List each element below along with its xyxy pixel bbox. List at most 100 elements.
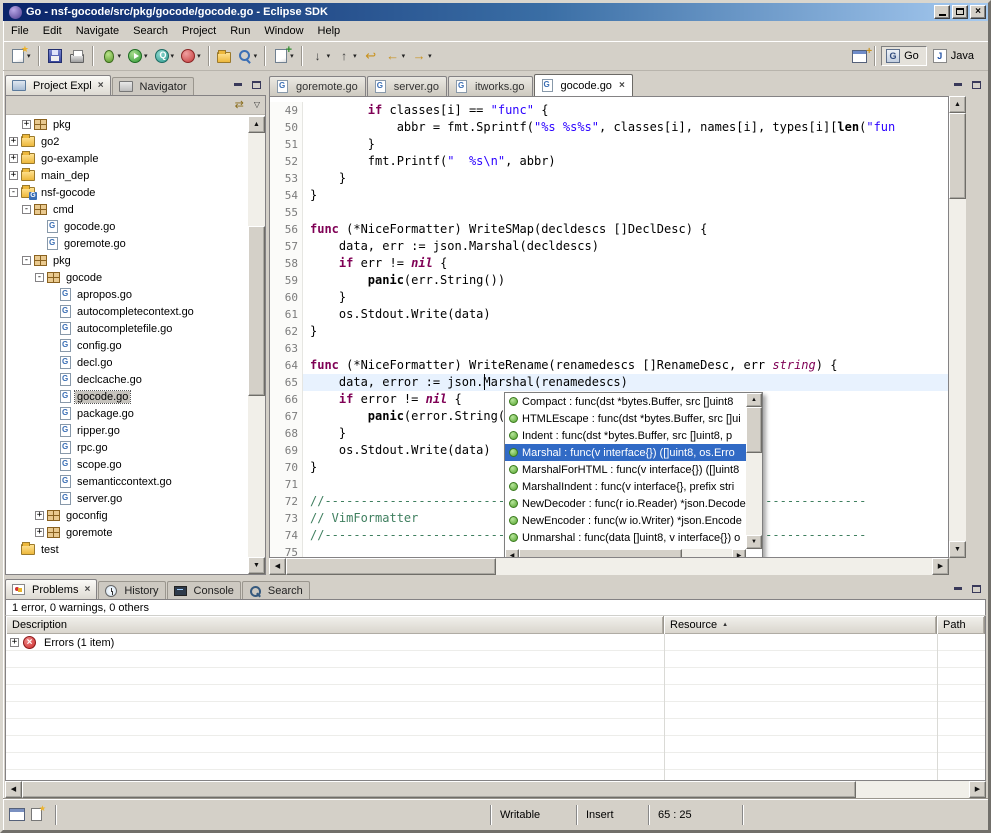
- editor-tab-server.go[interactable]: server.go: [367, 76, 447, 96]
- tree-item-semanticcontext.go[interactable]: semanticcontext.go: [6, 473, 248, 490]
- autocomplete-item[interactable]: NewEncoder : func(w io.Writer) *json.Enc…: [505, 512, 746, 529]
- tree-toggle-icon[interactable]: +: [35, 511, 44, 520]
- toolbar-debug-button[interactable]: ▾: [99, 44, 124, 68]
- tree-item-declcache.go[interactable]: declcache.go: [6, 371, 248, 388]
- tree-item-go-example[interactable]: +go-example: [6, 150, 248, 167]
- toolbar-new-wizard-button[interactable]: ▾: [8, 44, 33, 68]
- tree-item-decl.go[interactable]: decl.go: [6, 354, 248, 371]
- tree-item-autocompletecontext.go[interactable]: autocompletecontext.go: [6, 303, 248, 320]
- menu-file[interactable]: File: [4, 22, 36, 40]
- expand-icon[interactable]: +: [10, 638, 19, 647]
- scroll-down-icon[interactable]: ▼: [248, 557, 265, 574]
- scroll-left-icon[interactable]: ◀: [269, 558, 286, 575]
- view-tab-problems[interactable]: Problems×: [5, 579, 97, 599]
- tree-toggle-icon[interactable]: -: [35, 273, 44, 282]
- scroll-left-icon[interactable]: ◀: [505, 549, 519, 558]
- maximize-editor-button[interactable]: [968, 77, 985, 92]
- menu-search[interactable]: Search: [126, 22, 175, 40]
- code-line-62[interactable]: 62}: [270, 323, 948, 340]
- close-icon[interactable]: ×: [98, 81, 104, 90]
- editor-tab-goremote.go[interactable]: goremote.go: [269, 76, 366, 96]
- autocomplete-vertical-scrollbar[interactable]: ▲ ▼: [746, 393, 762, 549]
- scrollbar-thumb[interactable]: [949, 113, 966, 199]
- code-line-63[interactable]: 63: [270, 340, 948, 357]
- scrollbar-thumb[interactable]: [746, 407, 762, 453]
- menu-window[interactable]: Window: [257, 22, 310, 40]
- minimize-button[interactable]: [934, 5, 950, 19]
- view-tab-project-expl[interactable]: Project Expl×: [5, 75, 111, 95]
- toolbar-back-button[interactable]: ←▾: [383, 44, 408, 68]
- tree-item-goconfig[interactable]: +goconfig: [6, 507, 248, 524]
- menu-edit[interactable]: Edit: [36, 22, 69, 40]
- code-line-52[interactable]: 52 fmt.Printf(" %s\n", abbr): [270, 153, 948, 170]
- tree-toggle-icon[interactable]: +: [9, 171, 18, 180]
- scrollbar-thumb[interactable]: [286, 558, 496, 575]
- autocomplete-item[interactable]: Unmarshal : func(data []uint8, v interfa…: [505, 529, 746, 546]
- editor-vertical-scrollbar[interactable]: ▲ ▼: [949, 96, 966, 558]
- autocomplete-item[interactable]: HTMLEscape : func(dst *bytes.Buffer, src…: [505, 410, 746, 427]
- tree-item-ripper.go[interactable]: ripper.go: [6, 422, 248, 439]
- scroll-up-icon[interactable]: ▲: [949, 96, 966, 113]
- tree-item-pkg[interactable]: -pkg: [6, 252, 248, 269]
- menu-help[interactable]: Help: [311, 22, 348, 40]
- scroll-left-icon[interactable]: ◀: [5, 781, 22, 798]
- code-line-58[interactable]: 58 if err != nil {: [270, 255, 948, 272]
- minimize-editor-button[interactable]: [949, 77, 966, 92]
- view-menu-button[interactable]: ▽: [252, 97, 262, 113]
- toolbar-profile-button[interactable]: ▾: [178, 44, 203, 68]
- view-tab-navigator[interactable]: Navigator: [112, 77, 194, 95]
- tree-item-nsf-gocode[interactable]: -nsf-gocode: [6, 184, 248, 201]
- tree-item-config.go[interactable]: config.go: [6, 337, 248, 354]
- autocomplete-item[interactable]: MarshalForHTML : func(v interface{}) ([]…: [505, 461, 746, 478]
- scroll-right-icon[interactable]: ▶: [932, 558, 949, 575]
- scroll-right-icon[interactable]: ▶: [732, 549, 746, 558]
- toolbar-save-button[interactable]: [45, 44, 65, 68]
- code-line-54[interactable]: 54}: [270, 187, 948, 204]
- tree-item-main-dep[interactable]: +main_dep: [6, 167, 248, 184]
- code-line-49[interactable]: 49 if classes[i] == "func" {: [270, 102, 948, 119]
- scroll-down-icon[interactable]: ▼: [949, 541, 966, 558]
- problems-horizontal-scrollbar[interactable]: ◀ ▶: [5, 781, 986, 798]
- code-line-53[interactable]: 53 }: [270, 170, 948, 187]
- column-header-resource[interactable]: Resource▲: [664, 616, 937, 634]
- close-button[interactable]: ×: [970, 5, 986, 19]
- perspective-go-button[interactable]: GGo: [881, 46, 927, 66]
- view-tab-history[interactable]: History: [98, 581, 165, 599]
- tree-item-gocode[interactable]: -gocode: [6, 269, 248, 286]
- perspective-java-button[interactable]: JJava: [928, 46, 982, 66]
- toolbar-next-annotation-button[interactable]: ↓▾: [308, 44, 333, 68]
- view-tab-console[interactable]: Console: [167, 581, 241, 599]
- toolbar-forward-button[interactable]: →▾: [409, 44, 434, 68]
- scrollbar-thumb[interactable]: [22, 781, 856, 798]
- toolbar-search-button[interactable]: ▾: [235, 44, 260, 68]
- tree-item-goremote.go[interactable]: goremote.go: [6, 235, 248, 252]
- tree-item-scope.go[interactable]: scope.go: [6, 456, 248, 473]
- scroll-down-icon[interactable]: ▼: [746, 535, 762, 549]
- tree-item-pkg[interactable]: +pkg: [6, 116, 248, 133]
- tree-toggle-icon[interactable]: -: [9, 188, 18, 197]
- tree-item-server.go[interactable]: server.go: [6, 490, 248, 507]
- tree-item-go2[interactable]: +go2: [6, 133, 248, 150]
- tree-item-apropos.go[interactable]: apropos.go: [6, 286, 248, 303]
- tree-toggle-icon[interactable]: -: [22, 256, 31, 265]
- tree-toggle-icon[interactable]: +: [9, 137, 18, 146]
- autocomplete-item[interactable]: Marshal : func(v interface{}) ([]uint8, …: [505, 444, 746, 461]
- editor-horizontal-scrollbar[interactable]: ◀ ▶: [269, 558, 949, 575]
- editor-tab-itworks.go[interactable]: itworks.go: [448, 76, 533, 96]
- tree-toggle-icon[interactable]: +: [9, 154, 18, 163]
- scrollbar-thumb[interactable]: [519, 549, 682, 558]
- toolbar-print-button[interactable]: [67, 44, 87, 68]
- code-editor[interactable]: 49 if classes[i] == "func" {50 abbr = fm…: [269, 96, 949, 558]
- autocomplete-item[interactable]: Compact : func(dst *bytes.Buffer, src []…: [505, 393, 746, 410]
- tree-item-gocode.go[interactable]: gocode.go: [6, 218, 248, 235]
- tree-toggle-icon[interactable]: -: [22, 205, 31, 214]
- code-line-56[interactable]: 56func (*NiceFormatter) WriteSMap(declde…: [270, 221, 948, 238]
- code-line-51[interactable]: 51 }: [270, 136, 948, 153]
- code-line-61[interactable]: 61 os.Stdout.Write(data): [270, 306, 948, 323]
- autocomplete-item[interactable]: MarshalIndent : func(v interface{}, pref…: [505, 478, 746, 495]
- close-icon[interactable]: ×: [619, 81, 625, 90]
- code-line-59[interactable]: 59 panic(err.String()): [270, 272, 948, 289]
- maximize-button[interactable]: [952, 5, 968, 19]
- code-line-60[interactable]: 60 }: [270, 289, 948, 306]
- tree-item-package.go[interactable]: package.go: [6, 405, 248, 422]
